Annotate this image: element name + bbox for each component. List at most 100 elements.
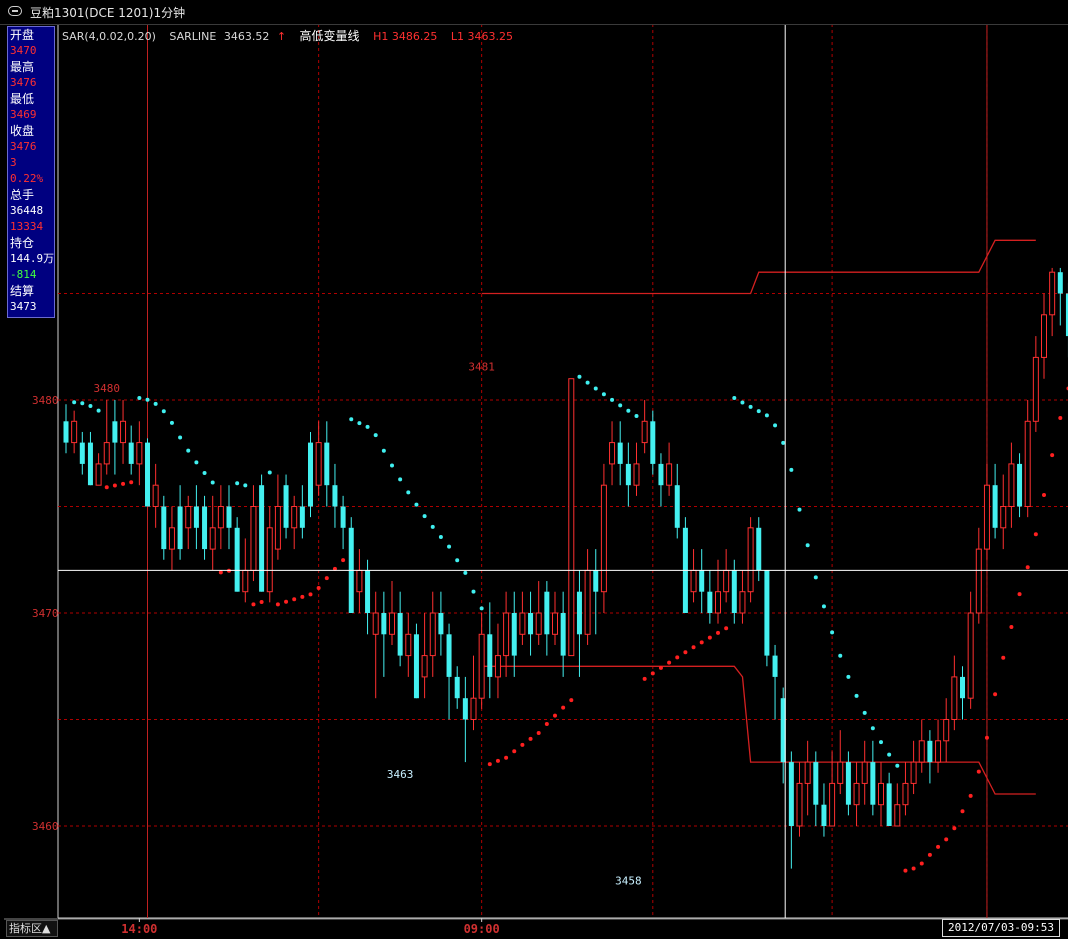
candle-body-up (747, 527, 754, 593)
sar-dot (724, 626, 729, 631)
sar-dot (275, 602, 280, 607)
candle-body-down (438, 613, 444, 635)
sar-dot (781, 440, 786, 445)
link-icon[interactable] (8, 6, 22, 16)
sar-dot (756, 409, 761, 414)
candle-body-up (837, 761, 844, 784)
extreme-annotation: 3463 (387, 768, 414, 781)
sar-dot (308, 592, 313, 597)
candle-body-down (544, 591, 550, 635)
sar-dot (80, 401, 85, 406)
candle-body-down (397, 613, 403, 656)
sar-dot (463, 570, 468, 575)
extreme-annotation: 3458 (615, 875, 642, 888)
candle-body-down (845, 762, 851, 805)
sar-dot (487, 762, 492, 767)
sar-dot (976, 769, 981, 774)
sar-dot (879, 740, 883, 745)
sar-dot (365, 424, 370, 429)
candle-body-down (650, 421, 656, 464)
candle-body-down (764, 570, 770, 656)
legend-hl-label: 高低变量线 (299, 29, 360, 43)
candle-body-down (528, 613, 534, 635)
candle-body-up (429, 612, 436, 657)
sar-dot (911, 866, 916, 871)
open-value: 3470 (10, 44, 37, 57)
candle-body-down (454, 676, 460, 699)
candlestick-chart: 3460 3470 3480 14:00 09:00 3480 3481 3463 3458 (4, 24, 1068, 936)
sar-dot (984, 735, 989, 740)
sar-dot (349, 417, 354, 422)
extreme-annotation: 3480 (94, 382, 121, 395)
candle-body-down (79, 442, 85, 464)
sar-dot (862, 710, 867, 715)
candle-body-up (95, 463, 102, 486)
candle-body-down (658, 463, 664, 486)
candle-body-down (927, 740, 933, 763)
sar-dot (813, 575, 818, 580)
candle-body-up (242, 569, 249, 593)
candle-body-down (193, 506, 199, 528)
open-interest-label: 持仓 (10, 236, 35, 250)
sar-dot (243, 483, 248, 488)
sar-dot (1009, 625, 1014, 630)
sar-dot (561, 705, 566, 710)
sar-dot (479, 606, 484, 611)
change-percent: 0.22% (10, 172, 44, 185)
sar-dot (373, 433, 378, 438)
candle-body-up (250, 506, 257, 571)
candle-body-up (910, 761, 917, 784)
sar-dot (675, 655, 680, 660)
sar-dot (512, 749, 517, 754)
sar-dot (895, 763, 900, 768)
candle-body-down (299, 506, 305, 528)
sar-dot (610, 397, 615, 402)
candle-body-up (552, 612, 558, 635)
extreme-annotation: 3481 (468, 361, 495, 374)
candle-body-up (217, 506, 224, 529)
volume-label: 总手 (10, 188, 35, 202)
candle-body-down (886, 783, 892, 826)
candle-body-down (308, 442, 313, 507)
candle-body-down (788, 762, 794, 826)
candle-body-up (168, 527, 175, 550)
candle-body-up (519, 612, 526, 635)
low-value: 3469 (10, 108, 37, 121)
legend-sarline-arrow: ↑ (276, 30, 287, 43)
close-label: 收盘 (10, 124, 35, 138)
sar-dot (422, 514, 427, 519)
candle-body-up (796, 782, 803, 827)
candle-body-up (535, 612, 542, 635)
sar-dot (447, 544, 452, 549)
candle-body-down (202, 506, 208, 550)
candle-body-down (381, 613, 387, 635)
candle-body-down (340, 506, 346, 528)
sar-dot (1042, 492, 1046, 497)
indicator-area-tab[interactable]: 指标区▲ (6, 920, 58, 937)
candle-body-up (894, 804, 901, 827)
quote-info-panel: 开盘 3470 最高 3476 最低 3469 收盘 3476 3 0.22% … (7, 26, 55, 318)
candle-body-up (853, 782, 860, 806)
sar-dot (1001, 655, 1006, 660)
sar-dot (748, 404, 753, 409)
sar-dot (919, 861, 924, 866)
sar-dot (1058, 416, 1063, 421)
sar-dot (169, 420, 174, 425)
sar-dot (455, 558, 460, 563)
candle-body-up (723, 569, 730, 593)
candle-body-up (690, 569, 697, 593)
candle-body-down (145, 442, 150, 507)
settle-label: 结算 (10, 284, 35, 298)
high-label: 最高 (10, 60, 35, 74)
sar-dot (112, 483, 117, 488)
sar-dot (471, 589, 476, 594)
candle-body-down (870, 762, 876, 805)
sar-dot (145, 397, 150, 402)
sar-dot (96, 408, 101, 413)
sar-dot (137, 396, 142, 400)
sar-dot (626, 408, 631, 413)
sar-dot (577, 374, 582, 379)
candle-body-up (878, 782, 884, 806)
candle-body-down (707, 591, 713, 613)
candle-body-up (804, 761, 811, 784)
